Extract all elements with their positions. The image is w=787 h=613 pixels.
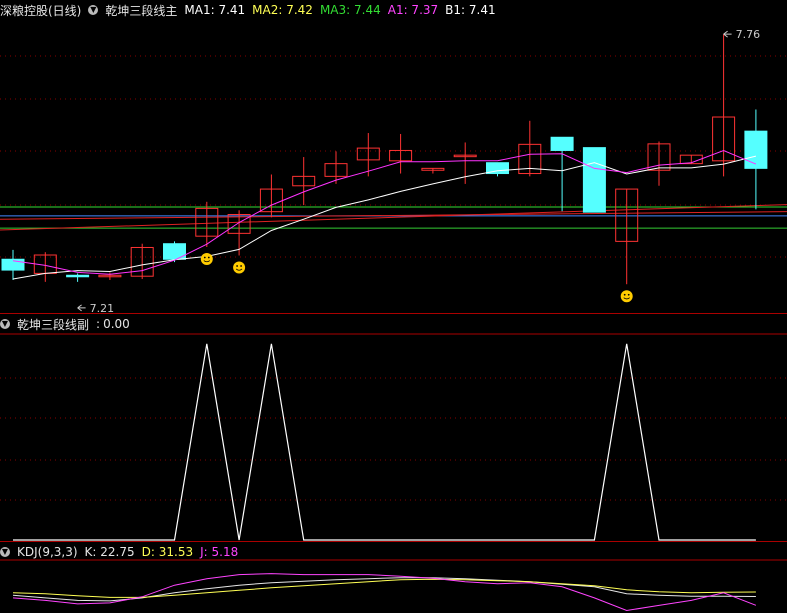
candle-body <box>550 136 574 151</box>
low-arrow-icon <box>77 304 86 312</box>
stock-title: 深粮控股(日线) <box>0 3 82 18</box>
sub-panel-header: ▼ 乾坤三段线副 : 0.00 <box>0 316 130 333</box>
legend-item: D: 31.53 <box>141 545 194 559</box>
legend-item: J: 5.18 <box>200 545 239 559</box>
legend-item: K: 22.75 <box>84 545 135 559</box>
sub-indicator-value: 0.00 <box>103 317 130 331</box>
chart-canvas: 7.76 7.21 <box>0 28 787 612</box>
legend-item: MA2: 7.42 <box>252 3 313 17</box>
smiley-icon <box>620 290 633 303</box>
main-indicator-name[interactable]: 乾坤三段线主 <box>105 2 177 19</box>
sub-indicator-name[interactable]: 乾坤三段线副 <box>17 316 89 333</box>
sub-indicator-line <box>13 343 756 541</box>
candle-body <box>744 130 768 169</box>
dropdown-arrow-icon[interactable]: ▼ <box>0 547 10 557</box>
high-label: 7.76 <box>736 28 761 41</box>
ma-line <box>0 204 787 231</box>
legend-item: MA3: 7.44 <box>319 3 381 17</box>
smiley-icon <box>200 253 213 266</box>
legend-item: B1: 7.41 <box>445 3 496 17</box>
kdj-legend: K: 22.75 D: 31.53 J: 5.18 <box>85 545 246 559</box>
ma-magenta-line <box>12 149 757 275</box>
dropdown-arrow-icon[interactable]: ▼ <box>88 5 99 15</box>
sub-indicator-panel <box>13 343 756 541</box>
main-panel-header: 深粮控股(日线) ▼ 乾坤三段线主 MA1: 7.41 MA2: 7.42 MA3:… <box>0 0 510 20</box>
main-price-panel: 7.76 7.21 <box>0 28 787 315</box>
kdj-indicator-name[interactable]: KDJ(9,3,3) <box>17 545 78 559</box>
kdj-panel-header: ▼ KDJ(9,3,3) K: 22.75 D: 31.53 J: 5.18 <box>0 542 252 562</box>
candle-body <box>582 147 606 213</box>
high-arrow-icon <box>723 30 732 38</box>
candle-body <box>66 274 90 278</box>
main-legend: MA1: 7.41 MA2: 7.42 MA3: 7.44 A1: 7.37 B1: 7… <box>184 3 502 17</box>
dropdown-arrow-icon[interactable]: ▼ <box>0 319 10 329</box>
legend-item: A1: 7.37 <box>387 3 439 17</box>
kdj-j-line <box>12 573 757 612</box>
smiley-icon <box>233 261 246 274</box>
low-label: 7.21 <box>90 302 115 315</box>
kdj-panel <box>12 573 757 612</box>
legend-item: MA1: 7.41 <box>184 3 246 17</box>
